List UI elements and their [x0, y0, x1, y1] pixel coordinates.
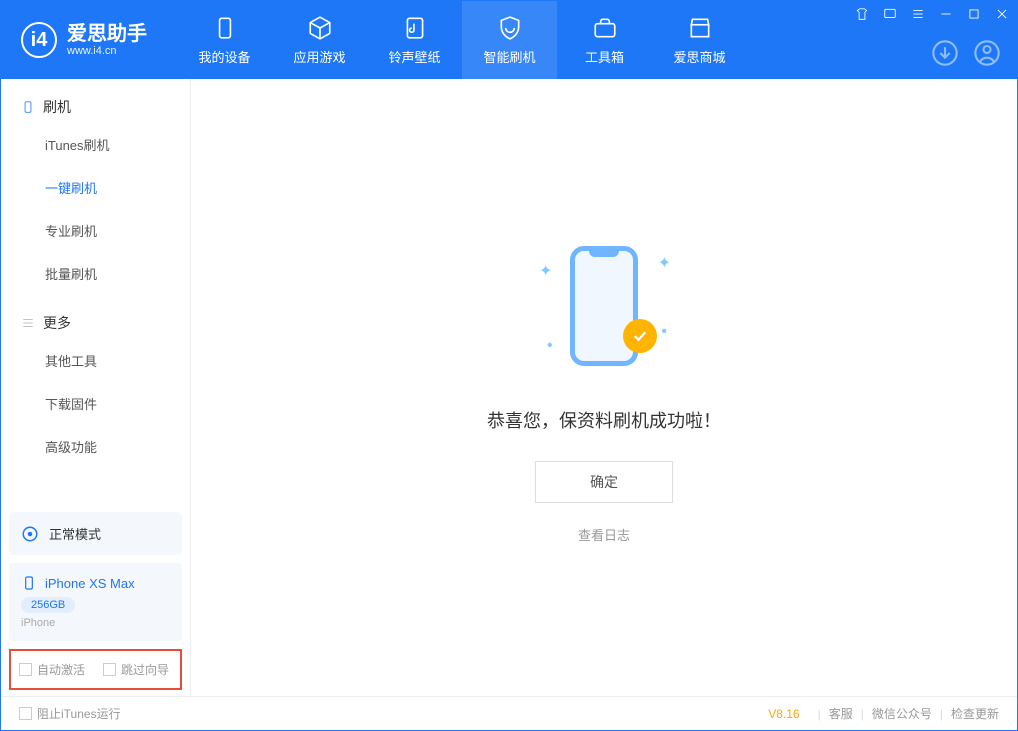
window-controls	[855, 7, 1009, 21]
footer: 阻止iTunes运行 V8.16 | 客服 | 微信公众号 | 检查更新	[1, 696, 1017, 730]
sidebar-item-batch-flash[interactable]: 批量刷机	[45, 252, 190, 295]
sidebar-item-pro-flash[interactable]: 专业刷机	[45, 209, 190, 252]
sparkle-icon: ✦	[539, 261, 552, 281]
sidebar-item-advanced[interactable]: 高级功能	[45, 425, 190, 468]
refresh-shield-icon	[497, 15, 523, 41]
menu-icon[interactable]	[911, 7, 925, 21]
checkbox-label: 跳过向导	[121, 661, 169, 678]
logo-icon: i4	[21, 22, 57, 58]
main-tabs: 我的设备 应用游戏 铃声壁纸 智能刷机 工具箱 爱思商城	[177, 1, 747, 79]
feedback-icon[interactable]	[883, 7, 897, 21]
device-name: iPhone XS Max	[45, 576, 135, 591]
checkbox-label: 自动激活	[37, 661, 85, 678]
cube-icon	[307, 15, 333, 41]
tab-ringtone-wallpaper[interactable]: 铃声壁纸	[367, 1, 462, 79]
ok-button[interactable]: 确定	[535, 461, 673, 503]
checkbox-block-itunes[interactable]: 阻止iTunes运行	[19, 705, 121, 722]
toolbox-icon	[592, 15, 618, 41]
close-icon[interactable]	[995, 7, 1009, 21]
checkbox-label: 阻止iTunes运行	[37, 705, 121, 722]
sidebar-item-other-tools[interactable]: 其他工具	[45, 339, 190, 382]
separator: |	[861, 707, 864, 721]
download-icon[interactable]	[931, 39, 959, 67]
profile-icon[interactable]	[973, 39, 1001, 67]
store-icon	[687, 15, 713, 41]
tab-apps-games[interactable]: 应用游戏	[272, 1, 367, 79]
success-message: 恭喜您，保资料刷机成功啦！	[487, 407, 721, 433]
app-url: www.i4.cn	[67, 45, 147, 57]
highlighted-options: 自动激活 跳过向导	[9, 649, 182, 690]
mode-icon	[21, 525, 39, 543]
app-header: i4 爱思助手 www.i4.cn 我的设备 应用游戏 铃声壁纸 智能刷机 工具…	[1, 1, 1017, 79]
tab-store[interactable]: 爱思商城	[652, 1, 747, 79]
maximize-icon[interactable]	[967, 7, 981, 21]
sparkle-icon: ✦	[658, 253, 671, 273]
footer-link-wechat[interactable]: 微信公众号	[872, 705, 932, 722]
tab-label: 智能刷机	[483, 47, 535, 66]
sparkle-icon: •	[547, 337, 553, 355]
tab-toolbox[interactable]: 工具箱	[557, 1, 652, 79]
sidebar-item-itunes-flash[interactable]: iTunes刷机	[45, 123, 190, 166]
tab-label: 我的设备	[198, 47, 250, 66]
music-file-icon	[402, 15, 428, 41]
checkbox-box-icon	[19, 663, 32, 676]
sparkle-icon: •	[661, 323, 667, 341]
device-small-icon	[21, 100, 35, 114]
main-content: ✦ ✦ • • 恭喜您，保资料刷机成功啦！ 确定 查看日志	[191, 79, 1017, 696]
tab-label: 工具箱	[585, 47, 624, 66]
footer-link-support[interactable]: 客服	[829, 705, 853, 722]
tab-label: 爱思商城	[673, 47, 725, 66]
version-label: V8.16	[768, 707, 799, 721]
success-illustration: ✦ ✦ • •	[529, 231, 679, 381]
checkbox-auto-activate[interactable]: 自动激活	[19, 661, 85, 678]
sidebar-section-flash: 刷机	[1, 97, 190, 123]
tab-label: 铃声壁纸	[388, 47, 440, 66]
sidebar: 刷机 iTunes刷机 一键刷机 专业刷机 批量刷机 更多 其他工具 下载固件 …	[1, 79, 191, 696]
tab-my-device[interactable]: 我的设备	[177, 1, 272, 79]
section-title: 更多	[43, 313, 71, 333]
phone-small-icon	[21, 575, 37, 591]
header-right-actions	[931, 39, 1001, 67]
section-title: 刷机	[43, 97, 71, 117]
sidebar-item-oneclick-flash[interactable]: 一键刷机	[45, 166, 190, 209]
separator: |	[940, 707, 943, 721]
minimize-icon[interactable]	[939, 7, 953, 21]
shirt-icon[interactable]	[855, 7, 869, 21]
checkbox-box-icon	[103, 663, 116, 676]
tab-label: 应用游戏	[293, 47, 345, 66]
app-logo: i4 爱思助手 www.i4.cn	[1, 22, 167, 58]
list-icon	[21, 316, 35, 330]
separator: |	[818, 707, 821, 721]
device-type: iPhone	[21, 617, 170, 629]
checkbox-box-icon	[19, 707, 32, 720]
sidebar-item-download-firmware[interactable]: 下载固件	[45, 382, 190, 425]
storage-badge: 256GB	[21, 597, 75, 613]
app-name: 爱思助手	[67, 23, 147, 45]
tab-smart-flash[interactable]: 智能刷机	[462, 1, 557, 79]
mode-label: 正常模式	[49, 524, 101, 543]
footer-link-update[interactable]: 检查更新	[951, 705, 999, 722]
view-log-link[interactable]: 查看日志	[578, 525, 630, 544]
device-box[interactable]: iPhone XS Max 256GB iPhone	[9, 563, 182, 641]
sidebar-section-more: 更多	[1, 313, 190, 339]
phone-icon	[212, 15, 238, 41]
mode-box[interactable]: 正常模式	[9, 512, 182, 555]
checkbox-skip-guide[interactable]: 跳过向导	[103, 661, 169, 678]
success-check-icon	[623, 319, 657, 353]
